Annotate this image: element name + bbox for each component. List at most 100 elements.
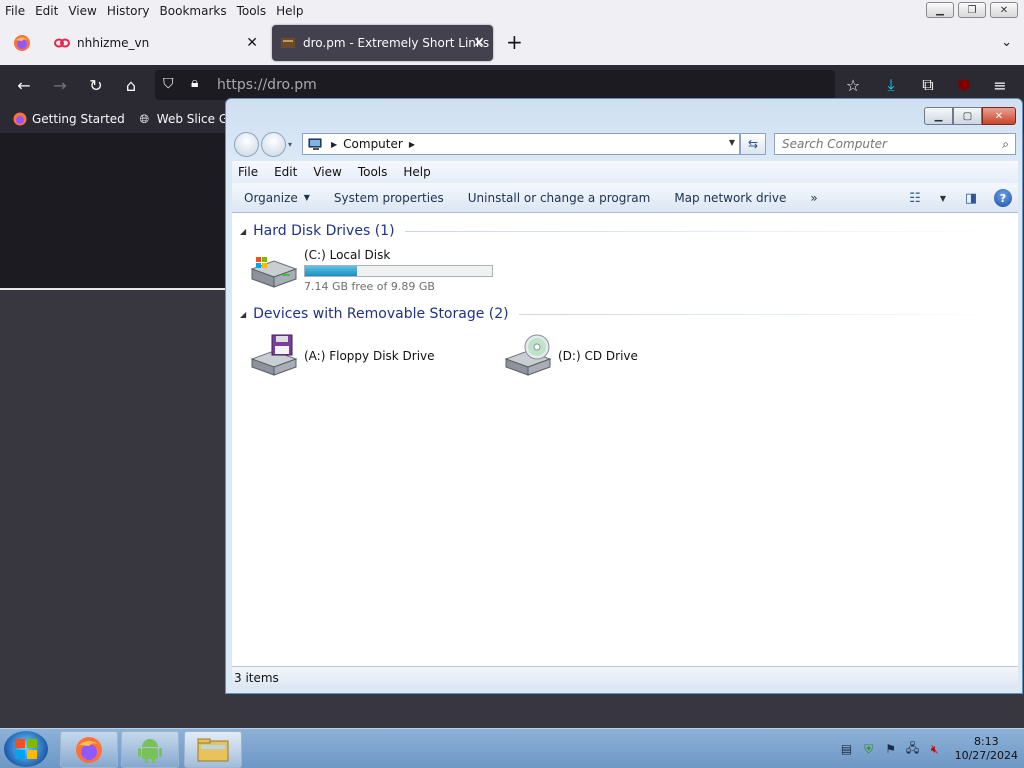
breadcrumb-separator-icon[interactable]: ▶	[331, 140, 337, 149]
download-icon[interactable]: ⤓	[881, 75, 901, 95]
reload-icon[interactable]: ↻	[86, 75, 106, 95]
url-text[interactable]: https://dro.pm	[217, 77, 317, 93]
dro-favicon	[280, 35, 296, 51]
folder-icon	[197, 738, 229, 761]
file-view: ◢ Hard Disk Drives (1) (C:) Local Disk 7…	[232, 213, 1018, 666]
address-bar[interactable]: ▶ Computer ▶ ▼	[302, 133, 740, 155]
menu-edit[interactable]: Edit	[268, 165, 303, 179]
organize-button[interactable]: Organize ▼	[232, 191, 322, 205]
security-shield-icon[interactable]: ⛨	[861, 741, 877, 757]
url-bar[interactable]: ⛉ 🔒︎ https://dro.pm	[155, 70, 835, 100]
search-input[interactable]	[782, 137, 987, 151]
page-header-area	[0, 133, 226, 288]
minimize-button[interactable]: ▁	[924, 107, 953, 125]
close-button[interactable]: ✕	[990, 2, 1018, 18]
tab-title: nhhizme_vn	[77, 36, 150, 50]
minimize-button[interactable]: ▁	[926, 2, 954, 18]
hamburger-menu-icon[interactable]: ≡	[990, 75, 1010, 95]
map-network-drive-button[interactable]: Map network drive	[662, 191, 798, 205]
menu-tools[interactable]: Tools	[232, 4, 272, 18]
system-properties-button[interactable]: System properties	[322, 191, 456, 205]
shield-icon[interactable]: ⛉	[163, 76, 174, 92]
menu-view[interactable]: View	[307, 165, 347, 179]
tab-close-icon[interactable]: ✕	[473, 35, 485, 51]
breadcrumb-computer[interactable]: Computer	[343, 137, 403, 151]
notes-icon[interactable]: ▤	[839, 741, 855, 757]
view-options-dropdown-icon[interactable]: ▼	[938, 187, 948, 209]
recent-pages-dropdown-icon[interactable]: ▾	[288, 140, 292, 149]
globe-icon: 🌐︎	[139, 111, 150, 126]
network-icon[interactable]: 🖧︎	[905, 741, 921, 757]
group-header-hard-disks[interactable]: ◢ Hard Disk Drives (1)	[240, 223, 1008, 239]
clock[interactable]: 8:13 10/27/2024	[955, 735, 1018, 763]
menu-tools[interactable]: Tools	[352, 165, 394, 179]
taskbar-android[interactable]	[121, 731, 179, 768]
firefox-icon	[12, 112, 27, 127]
start-button[interactable]	[4, 731, 48, 767]
breadcrumb-separator-icon[interactable]: ▶	[409, 140, 415, 149]
view-controls: ☷ ▼ ◨ ?	[904, 187, 1012, 209]
uninstall-program-button[interactable]: Uninstall or change a program	[456, 191, 663, 205]
explorer-window-controls: ▁ ▢ ✕	[924, 107, 1016, 125]
preview-pane-icon[interactable]: ◨	[960, 187, 982, 209]
cd-drive-icon	[502, 333, 552, 379]
floppy-drive-icon	[248, 333, 298, 379]
volume-muted-icon[interactable]: 🔇︎	[927, 741, 943, 757]
maximize-button[interactable]: ▢	[953, 107, 982, 125]
help-icon[interactable]: ?	[994, 189, 1012, 207]
link-icon	[54, 35, 70, 51]
group-title: Devices with Removable Storage (2)	[253, 306, 509, 322]
new-tab-icon[interactable]: +	[506, 32, 523, 52]
refresh-icon: ⇆	[747, 137, 759, 151]
taskbar-explorer[interactable]	[184, 731, 242, 768]
menu-file[interactable]: File	[0, 4, 30, 18]
group-header-removable[interactable]: ◢ Devices with Removable Storage (2)	[240, 306, 1008, 322]
menu-view[interactable]: View	[63, 4, 101, 18]
menu-bookmarks[interactable]: Bookmarks	[155, 4, 232, 18]
menu-edit[interactable]: Edit	[30, 4, 63, 18]
extensions-icon[interactable]: ⧉	[918, 75, 938, 95]
back-icon[interactable]: ←	[14, 75, 34, 95]
close-button[interactable]: ✕	[982, 107, 1016, 125]
address-dropdown-icon[interactable]: ▼	[729, 138, 735, 147]
chevron-down-icon[interactable]: ⌄	[1001, 35, 1012, 50]
explorer-menubar: File Edit View Tools Help	[232, 161, 1018, 183]
drive-a-floppy[interactable]: (A:) Floppy Disk Drive	[248, 333, 435, 379]
drive-c-local-disk[interactable]: (C:) Local Disk 7.14 GB free of 9.89 GB	[248, 247, 493, 293]
more-commands-button[interactable]: »	[798, 191, 829, 205]
lock-icon[interactable]: 🔒︎	[191, 75, 198, 91]
address-row: ▾ ▶ Computer ▶ ▼ ⇆ ⌕	[232, 131, 1018, 157]
forward-icon[interactable]: →	[50, 75, 70, 95]
tab-title: dro.pm - Extremely Short Links	[303, 36, 490, 50]
tab-nhhizme[interactable]: nhhizme_vn ✕	[44, 25, 266, 61]
refresh-button[interactable]: ⇆	[740, 133, 766, 155]
drive-d-cd[interactable]: (D:) CD Drive	[502, 333, 638, 379]
action-center-flag-icon[interactable]: ⚑	[883, 741, 899, 757]
collapse-triangle-icon[interactable]: ◢	[240, 310, 246, 319]
search-box[interactable]: ⌕	[774, 133, 1016, 155]
clock-date: 10/27/2024	[954, 749, 1018, 762]
search-icon[interactable]: ⌕	[1002, 137, 1009, 152]
computer-icon	[307, 137, 325, 151]
menu-help[interactable]: Help	[271, 4, 308, 18]
organize-label: Organize	[244, 190, 298, 205]
menu-file[interactable]: File	[232, 165, 264, 179]
firefox-view-button[interactable]	[6, 25, 38, 61]
back-button[interactable]	[234, 132, 259, 157]
menu-help[interactable]: Help	[397, 165, 436, 179]
forward-button[interactable]	[261, 132, 286, 157]
collapse-triangle-icon[interactable]: ◢	[240, 227, 246, 236]
status-bar: 3 items	[232, 666, 1018, 688]
taskbar-firefox[interactable]	[60, 731, 118, 768]
bookmark-getting-started[interactable]: Getting Started	[12, 112, 125, 127]
tab-dro-pm[interactable]: dro.pm - Extremely Short Links ✕	[272, 25, 493, 61]
firefox-menubar: File Edit View History Bookmarks Tools H…	[0, 0, 1024, 21]
menu-history[interactable]: History	[102, 4, 155, 18]
bookmark-star-icon[interactable]: ☆	[843, 75, 863, 95]
tab-close-icon[interactable]: ✕	[246, 35, 258, 51]
ublock-icon[interactable]	[954, 75, 974, 95]
change-view-icon[interactable]: ☷	[904, 187, 926, 209]
restore-button[interactable]: ❐	[958, 2, 986, 18]
system-tray: ▤ ⛨ ⚑ 🖧︎ 🔇︎ 8:13 10/27/2024	[839, 735, 1018, 763]
home-icon[interactable]: ⌂	[121, 75, 141, 95]
